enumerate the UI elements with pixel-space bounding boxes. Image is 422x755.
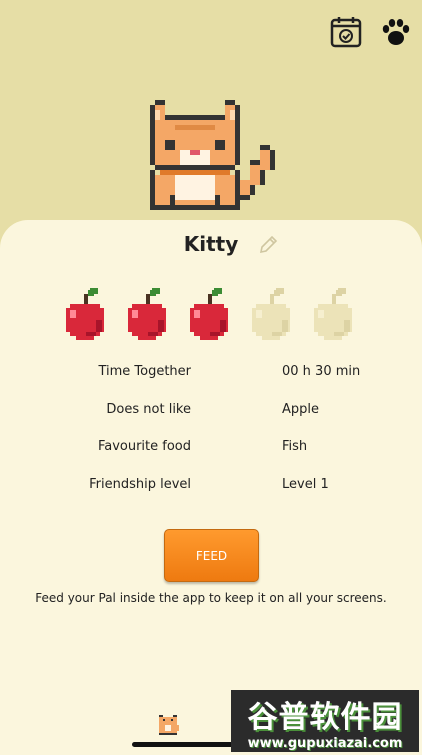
stat-label: Friendship level — [89, 476, 191, 492]
watermark-logo: 谷普软件园 www.gupuxiazai.com — [231, 690, 419, 752]
stats-list: Time Together 00 h 30 min Does not like App… — [0, 360, 422, 510]
pet-name: Kitty — [183, 232, 239, 256]
pet-card: Kitty Time Together 00 h 30 min Does not l… — [0, 220, 422, 755]
stat-label: Time Together — [98, 364, 191, 379]
mini-pet-icon — [157, 713, 181, 741]
watermark-title: 谷普软件园 — [247, 699, 403, 735]
feed-note: Feed your Pal inside the app to keep it … — [35, 591, 387, 605]
stat-label: Does not like — [106, 401, 191, 417]
paw-icon[interactable] — [378, 14, 414, 50]
apple-filled-icon — [186, 286, 232, 344]
stat-value: 00 h 30 min — [282, 364, 361, 379]
apple-filled-icon — [62, 286, 108, 344]
watermark-url: www.gupuxiazai.com — [247, 735, 403, 751]
calendar-check-icon[interactable] — [328, 14, 364, 50]
pet-sprite[interactable] — [140, 95, 280, 225]
feed-button[interactable]: FEED — [164, 529, 259, 582]
stat-label: Favourite food — [97, 439, 191, 454]
top-icons — [328, 14, 414, 50]
friendship-apples — [62, 286, 356, 344]
stat-value: Apple — [282, 401, 320, 417]
stat-row: Friendship level Level 1 — [0, 473, 422, 511]
apple-empty-icon — [248, 286, 294, 344]
name-row: Kitty — [0, 232, 422, 256]
stat-value: Fish — [282, 439, 308, 454]
apple-filled-icon — [124, 286, 170, 344]
feed-button-label: FEED — [195, 548, 228, 563]
stat-row: Does not like Apple — [0, 398, 422, 436]
stat-value: Level 1 — [282, 476, 329, 492]
stat-row: Time Together 00 h 30 min — [0, 360, 422, 398]
apple-empty-icon — [310, 286, 356, 344]
stat-row: Favourite food Fish — [0, 435, 422, 473]
pencil-icon[interactable] — [257, 234, 279, 260]
